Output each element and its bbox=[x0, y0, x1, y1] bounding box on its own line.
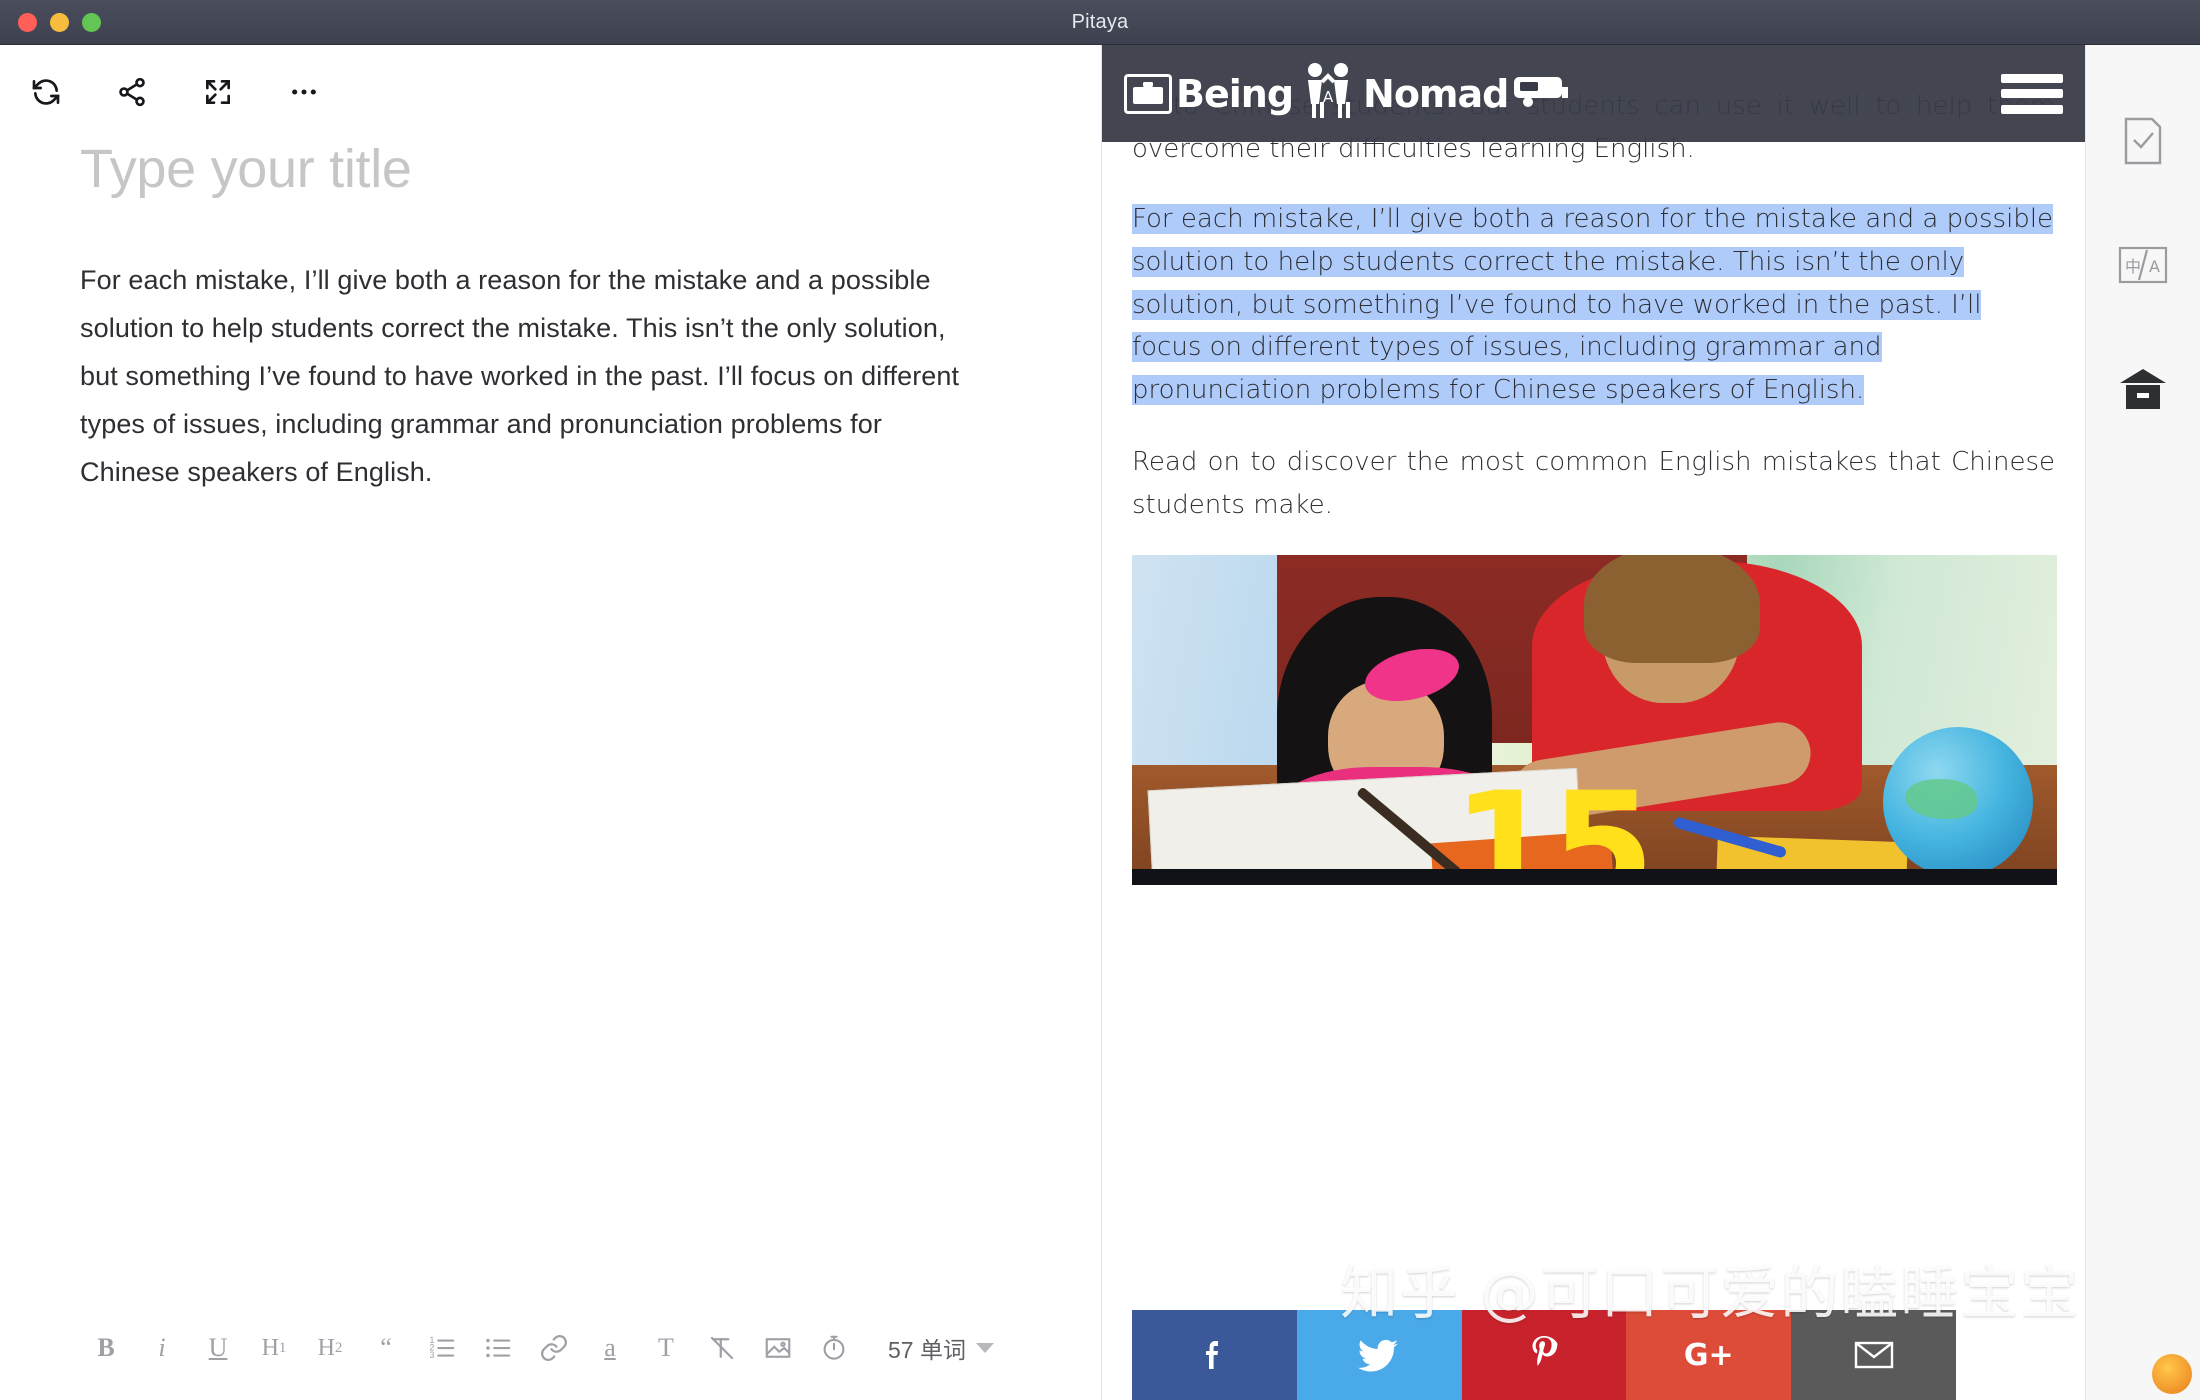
menu-bar-3 bbox=[2001, 104, 2063, 114]
preview-paragraph-after: Read on to discover the most common Engl… bbox=[1132, 447, 2055, 520]
ordered-list-button[interactable]: 1 2 3 bbox=[414, 1325, 470, 1371]
family-icon: A bbox=[1297, 58, 1359, 129]
window-title: Pitaya bbox=[1071, 10, 1129, 33]
photo-teacher-hair bbox=[1584, 554, 1760, 663]
underline-button[interactable]: U bbox=[190, 1325, 246, 1371]
suitcase-icon bbox=[1124, 73, 1172, 114]
caravan-icon bbox=[1512, 73, 1570, 114]
menu-icon[interactable] bbox=[2001, 70, 2063, 118]
googleplus-label: G+ bbox=[1683, 1337, 1734, 1373]
proofread-icon[interactable] bbox=[2115, 113, 2171, 169]
blockquote-button[interactable]: “ bbox=[358, 1325, 414, 1371]
right-sidebar: 中 A bbox=[2085, 45, 2200, 1400]
email-share-button[interactable] bbox=[1791, 1310, 1956, 1400]
facebook-share-button[interactable] bbox=[1132, 1310, 1297, 1400]
pinterest-share-button[interactable] bbox=[1461, 1310, 1627, 1400]
image-icon[interactable] bbox=[750, 1325, 806, 1371]
svg-text:中: 中 bbox=[2125, 257, 2141, 276]
document-area: Type your title For each mistake, I’ll g… bbox=[0, 137, 1101, 496]
selected-paragraph-wrapper: For each mistake, I’ll give both a reaso… bbox=[1132, 198, 2055, 411]
fullscreen-icon[interactable] bbox=[198, 72, 238, 112]
photo-globe bbox=[1883, 726, 2033, 877]
article-photo: 15 bbox=[1132, 554, 2057, 885]
archive-icon[interactable] bbox=[2115, 361, 2171, 417]
svg-text:3: 3 bbox=[430, 1350, 435, 1360]
chevron-down-icon bbox=[975, 1343, 994, 1353]
window-titlebar: Pitaya bbox=[0, 0, 2200, 45]
logo-text-nomad: Nomad bbox=[1363, 71, 1509, 116]
document-body-text[interactable]: For each mistake, I’ll give both a reaso… bbox=[80, 256, 985, 496]
heading1-button[interactable]: H1 bbox=[246, 1325, 302, 1371]
word-count-selector[interactable]: 57 单词 bbox=[888, 1331, 994, 1365]
sync-icon[interactable] bbox=[26, 72, 66, 112]
format-toolbar: B i U H1 H2 “ 1 2 3 a T 57 单词 bbox=[0, 1318, 1101, 1378]
site-header: Being A Nomad bbox=[1102, 45, 2085, 142]
svg-text:A: A bbox=[1323, 88, 1334, 106]
italic-button[interactable]: i bbox=[134, 1325, 190, 1371]
social-share-bar: G+ bbox=[1132, 1310, 1956, 1400]
preview-paragraph-selected[interactable]: For each mistake, I’ll give both a reaso… bbox=[1132, 204, 2054, 405]
googleplus-share-button[interactable]: G+ bbox=[1626, 1310, 1792, 1400]
logo-text-being: Being bbox=[1176, 71, 1294, 116]
menu-bar-1 bbox=[2001, 73, 2063, 83]
highlight-button[interactable]: a bbox=[582, 1325, 638, 1371]
timer-icon[interactable] bbox=[806, 1325, 862, 1371]
site-logo: Being A Nomad bbox=[1124, 59, 1570, 129]
word-count-label: 57 单词 bbox=[888, 1337, 966, 1363]
heading2-button[interactable]: H2 bbox=[302, 1325, 358, 1371]
document-title-input[interactable]: Type your title bbox=[80, 137, 1021, 202]
more-icon[interactable] bbox=[284, 72, 324, 112]
svg-text:A: A bbox=[2149, 257, 2160, 276]
editor-toolbar bbox=[0, 61, 1101, 123]
app-window: Pitaya Type your title For each mistake,… bbox=[0, 0, 2200, 1400]
text-style-button[interactable]: T bbox=[638, 1325, 694, 1371]
emoji-watermark-icon bbox=[2152, 1354, 2192, 1394]
clear-format-icon[interactable] bbox=[694, 1325, 750, 1371]
link-icon[interactable] bbox=[526, 1325, 582, 1371]
menu-bar-2 bbox=[2001, 89, 2063, 98]
share-icon[interactable] bbox=[112, 72, 152, 112]
twitter-share-button[interactable] bbox=[1296, 1310, 1462, 1400]
preview-pane: Being A Nomad overcome their difficultie… bbox=[1102, 45, 2085, 1400]
photo-bottom-bar bbox=[1132, 868, 2057, 885]
translate-icon[interactable]: 中 A bbox=[2115, 237, 2171, 293]
editor-pane: Type your title For each mistake, I’ll g… bbox=[0, 45, 1101, 1400]
preview-article: … to Chinese students. But students can … bbox=[1102, 45, 2085, 885]
bullet-list-button[interactable] bbox=[470, 1325, 526, 1371]
bold-button[interactable]: B bbox=[78, 1325, 134, 1371]
